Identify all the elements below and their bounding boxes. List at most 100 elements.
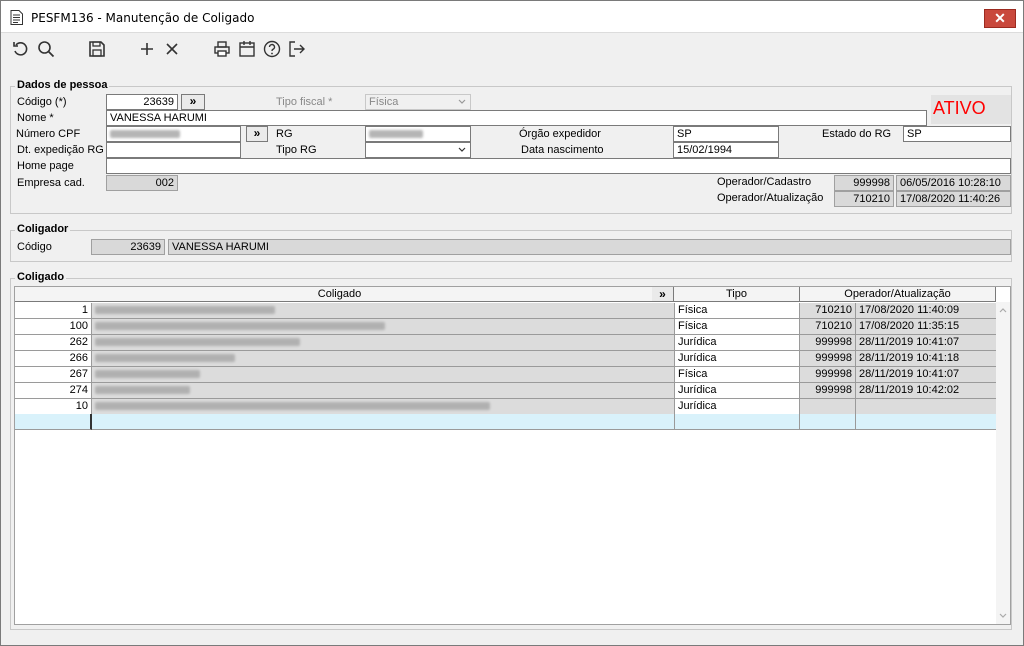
cell-code[interactable]: 262 xyxy=(15,335,92,351)
table-row[interactable]: 10 Jurídica xyxy=(15,399,997,415)
homepage-label: Home page xyxy=(17,160,74,172)
dados-pessoa-legend: Dados de pessoa xyxy=(15,79,110,91)
cell-code[interactable]: 267 xyxy=(15,367,92,383)
codigo-input[interactable]: 23639 xyxy=(106,94,178,110)
cell-name[interactable] xyxy=(92,303,675,319)
cell-tipo[interactable]: Jurídica xyxy=(675,351,800,367)
nome-input[interactable]: VANESSA HARUMI xyxy=(106,110,927,126)
cell-code[interactable]: 10 xyxy=(15,399,92,415)
cell-name[interactable] xyxy=(92,319,675,335)
cell-operador: 999998 xyxy=(800,383,856,399)
cell-code[interactable]: 274 xyxy=(15,383,92,399)
help-icon[interactable] xyxy=(262,39,282,59)
tipo-rg-label: Tipo RG xyxy=(276,144,317,156)
cpf-input[interactable] xyxy=(106,126,241,142)
window-title: PESFM136 - Manutenção de Coligado xyxy=(31,11,255,25)
cell-name[interactable] xyxy=(92,399,675,415)
column-header-tipo[interactable]: Tipo xyxy=(674,287,800,302)
chevron-down-icon xyxy=(458,147,466,152)
scroll-up-icon[interactable] xyxy=(999,306,1007,314)
cell-date: 28/11/2019 10:42:02 xyxy=(856,383,997,399)
cell-name[interactable] xyxy=(92,414,675,430)
cpf-lookup-button[interactable]: » xyxy=(246,126,268,142)
operador-cadastro-label: Operador/Cadastro xyxy=(717,176,812,188)
operador-cadastro-date: 06/05/2016 10:28:10 xyxy=(896,175,1011,191)
data-nascimento-label: Data nascimento xyxy=(521,144,604,156)
cell-name[interactable] xyxy=(92,335,675,351)
calendar-icon[interactable] xyxy=(237,39,257,59)
cell-date: 17/08/2020 11:40:09 xyxy=(856,303,997,319)
table-row[interactable]: 100 Física 710210 17/08/2020 11:35:15 xyxy=(15,319,997,335)
table-row[interactable]: 266 Jurídica 999998 28/11/2019 10:41:18 xyxy=(15,351,997,367)
coligado-legend: Coligado xyxy=(15,271,67,283)
operador-atualizacao-label: Operador/Atualização xyxy=(717,192,824,204)
cell-tipo[interactable]: Física xyxy=(675,367,800,383)
cell-date: 28/11/2019 10:41:07 xyxy=(856,367,997,383)
tipo-fiscal-value: Física xyxy=(369,96,399,108)
cell-date: 28/11/2019 10:41:07 xyxy=(856,335,997,351)
tipo-rg-select[interactable] xyxy=(365,142,471,158)
codigo-lookup-button[interactable]: » xyxy=(181,94,205,110)
document-icon xyxy=(10,10,23,25)
cell-tipo[interactable]: Jurídica xyxy=(675,399,800,415)
column-header-operador[interactable]: Operador/Atualização xyxy=(800,287,996,302)
cell-tipo[interactable]: Física xyxy=(675,319,800,335)
dt-expedicao-input[interactable] xyxy=(106,142,241,158)
orgao-expedidor-label: Órgão expedidor xyxy=(519,128,601,140)
print-icon[interactable] xyxy=(212,39,232,59)
delete-icon[interactable] xyxy=(162,39,182,59)
cell-tipo[interactable]: Jurídica xyxy=(675,335,800,351)
cell-operador: 999998 xyxy=(800,351,856,367)
cell-tipo[interactable]: Jurídica xyxy=(675,383,800,399)
cell-tipo[interactable]: Física xyxy=(675,303,800,319)
cell-code[interactable]: 1 xyxy=(15,303,92,319)
rg-input[interactable] xyxy=(365,126,471,142)
estado-rg-input[interactable]: SP xyxy=(903,126,1011,142)
cell-operador xyxy=(800,399,856,415)
homepage-input[interactable] xyxy=(106,158,1011,174)
column-header-coligado[interactable]: Coligado xyxy=(15,287,665,302)
status-badge: ATIVO xyxy=(931,95,1011,124)
operador-atualizacao-date: 17/08/2020 11:40:26 xyxy=(896,191,1011,207)
orgao-expedidor-input[interactable]: SP xyxy=(673,126,779,142)
close-icon: ✕ xyxy=(994,10,1006,26)
coligador-codigo-label: Código xyxy=(17,241,52,253)
cell-code[interactable]: 100 xyxy=(15,319,92,335)
cell-name[interactable] xyxy=(92,367,675,383)
cell-code[interactable]: 266 xyxy=(15,351,92,367)
tipo-fiscal-select[interactable]: Física xyxy=(365,94,471,110)
search-icon[interactable] xyxy=(36,39,56,59)
column-header-arrow-button[interactable]: » xyxy=(652,287,674,302)
table-row[interactable]: 262 Jurídica 999998 28/11/2019 10:41:07 xyxy=(15,335,997,351)
add-icon[interactable] xyxy=(137,39,157,59)
cell-operador xyxy=(800,414,856,430)
exit-icon[interactable] xyxy=(287,39,307,59)
save-icon[interactable] xyxy=(87,39,107,59)
cell-date xyxy=(856,414,997,430)
dt-expedicao-label: Dt. expedição RG xyxy=(17,144,104,156)
data-nascimento-input[interactable]: 15/02/1994 xyxy=(673,142,779,158)
cell-operador: 710210 xyxy=(800,319,856,335)
cell-tipo[interactable] xyxy=(675,414,800,430)
cell-name[interactable] xyxy=(92,383,675,399)
refresh-icon[interactable] xyxy=(11,39,31,59)
empresa-cad-value: 002 xyxy=(106,175,178,191)
cell-name[interactable] xyxy=(92,351,675,367)
scroll-down-icon[interactable] xyxy=(999,612,1007,620)
table-row[interactable]: 267 Física 999998 28/11/2019 10:41:07 xyxy=(15,367,997,383)
table-row-new[interactable] xyxy=(15,414,997,430)
nome-label: Nome * xyxy=(17,112,54,124)
close-button[interactable]: ✕ xyxy=(984,9,1016,28)
table-row[interactable]: 274 Jurídica 999998 28/11/2019 10:42:02 xyxy=(15,383,997,399)
codigo-label: Código (*) xyxy=(17,96,67,108)
table-row[interactable]: 1 Física 710210 17/08/2020 11:40:09 xyxy=(15,303,997,319)
vertical-scrollbar[interactable] xyxy=(996,302,1010,624)
coligador-nome-value: VANESSA HARUMI xyxy=(168,239,1011,255)
cell-code[interactable] xyxy=(15,414,92,430)
tipo-fiscal-label: Tipo fiscal * xyxy=(276,96,333,108)
estado-rg-label: Estado do RG xyxy=(822,128,892,140)
operador-cadastro-code: 999998 xyxy=(834,175,894,191)
cpf-label: Número CPF xyxy=(16,128,81,140)
rg-label: RG xyxy=(276,128,293,140)
coligador-codigo-value: 23639 xyxy=(91,239,165,255)
